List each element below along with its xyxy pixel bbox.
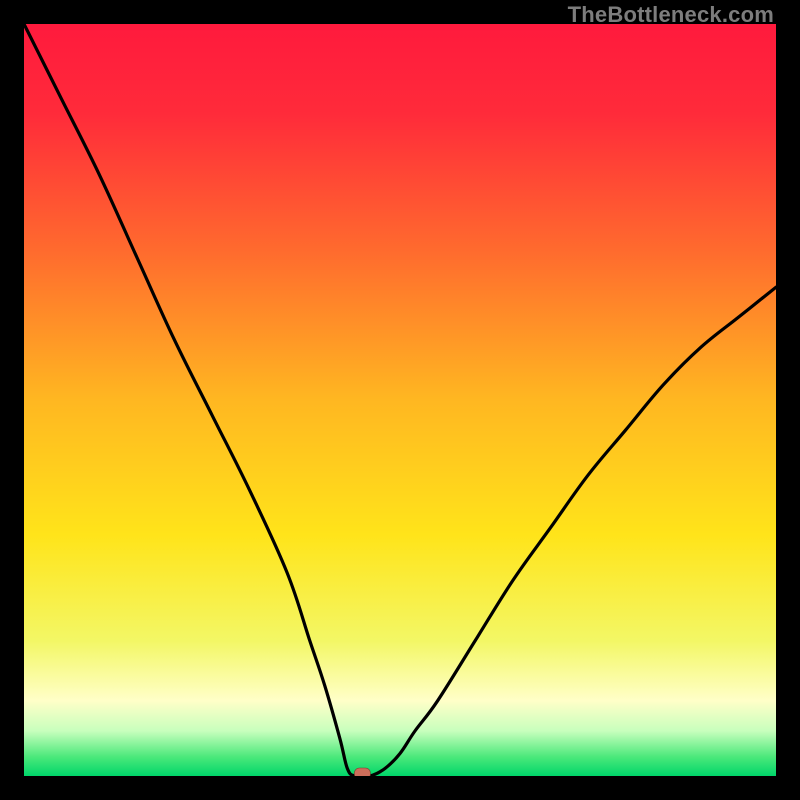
watermark-text: TheBottleneck.com xyxy=(568,2,774,28)
plot-area xyxy=(24,24,776,776)
chart-frame: TheBottleneck.com xyxy=(0,0,800,800)
bottleneck-chart xyxy=(24,24,776,776)
gradient-background xyxy=(24,24,776,776)
optimal-marker-icon xyxy=(354,768,370,776)
